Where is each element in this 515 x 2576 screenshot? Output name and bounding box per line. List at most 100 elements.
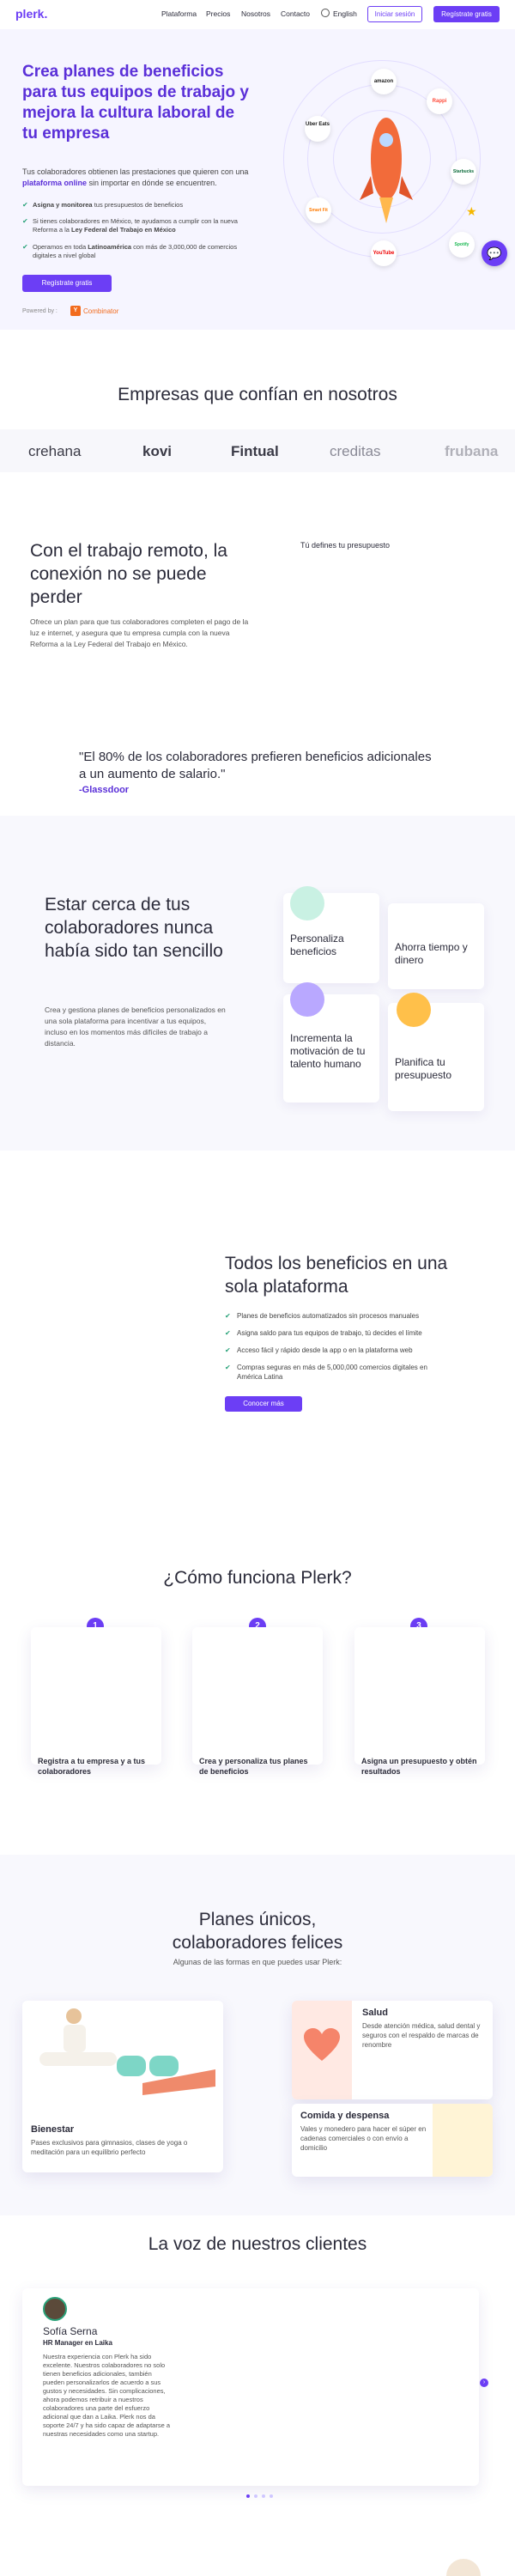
hero-title: Crea planes de beneficios para tus equip… xyxy=(22,63,249,143)
spotify-logo: Spotify xyxy=(449,232,475,258)
platform-bullet-2: ✔ Asigna saldo para tus equipos de trabaj… xyxy=(225,1328,439,1338)
platform-cta-button[interactable]: Conocer más xyxy=(225,1396,302,1412)
plan-desc: Desde atención médica, salud dental y se… xyxy=(362,2022,481,2049)
cerca-title: Estar cerca de tus colaboradores nunca h… xyxy=(45,895,223,961)
avatar xyxy=(43,2297,67,2321)
hero-bullet-3-text: Operamos en toda xyxy=(33,243,88,251)
hero-subtitle-post: sin importar en dónde se encuentren. xyxy=(88,179,217,187)
hero-bullet-3-bold: Latinoamérica xyxy=(88,243,132,251)
frubana-logo: frubana xyxy=(445,443,499,459)
login-button[interactable]: Iniciar sesión xyxy=(367,6,422,22)
remote-title: Con el trabajo remoto, la conexión no se… xyxy=(30,541,227,607)
card-label: Planifica tu presupuesto xyxy=(395,1056,452,1081)
platform-bullet-4: ✔ Compras seguras en más de 5,000,000 com… xyxy=(225,1363,439,1382)
nav-link-nosotros[interactable]: Nosotros xyxy=(241,9,270,18)
carousel-dot[interactable] xyxy=(262,2494,265,2498)
step-label-3: Asigna un presupuesto y obtén resultados xyxy=(361,1757,477,1776)
remote-aside: Tú defines tu presupuesto xyxy=(300,541,391,550)
plans-subtitle: Algunas de las formas en que puedes usar… xyxy=(173,1958,342,1966)
check-icon: ✔ xyxy=(225,1312,231,1320)
plan-title: Comida y despensa xyxy=(300,2111,390,2121)
card-label: Incrementa la motivación de tu talento h… xyxy=(290,1032,366,1070)
platform-bullet-text: Planes de beneficios automatizados sin p… xyxy=(237,1312,420,1320)
remote-body: Ofrece un plan para que tus colaboradore… xyxy=(30,617,249,648)
plan-desc: Vales y monedero para hacer el súper en … xyxy=(300,2125,427,2152)
star-icon: ★ xyxy=(466,204,477,218)
nav-link-plataforma[interactable]: Plataforma xyxy=(161,9,197,18)
plan-card-bienestar: Bienestar Pases exclusivos para gimnasio… xyxy=(22,2001,223,2172)
rappi-logo: Rappi xyxy=(427,88,452,114)
platform-bullet-text: Compras seguras en más de 5,000,000 come… xyxy=(237,1364,427,1381)
benefit-card-planifica: Planifica tu presupuesto xyxy=(388,993,484,1111)
step-card-3 xyxy=(354,1627,485,1765)
language-switch[interactable]: English xyxy=(333,9,357,18)
flag-icon xyxy=(290,982,324,1017)
grocery-illustration xyxy=(433,2104,493,2177)
hero-cta-button[interactable]: Regístrate gratis xyxy=(22,275,112,292)
crehana-logo: crehana xyxy=(28,443,82,459)
step-label-1: Registra a tu empresa y a tus colaborado… xyxy=(38,1757,146,1776)
platform-bullet-text: Asigna saldo para tus equipos de trabajo… xyxy=(237,1329,422,1337)
hero-subtitle-pre: Tus colaboradores obtienen las prestacio… xyxy=(22,167,249,176)
top-nav: plerk. Plataforma Precios Nosotros Conta… xyxy=(0,0,515,29)
amazon-logo: amazon xyxy=(371,69,397,94)
combinator-name: Combinator xyxy=(83,307,119,315)
card-label: Ahorra tiempo y dinero xyxy=(395,941,468,966)
heart-icon xyxy=(304,2028,340,2061)
rocket-icon xyxy=(400,874,434,908)
plan-card-comida: Comida y despensa Vales y monedero para … xyxy=(292,2104,493,2177)
carousel-next-button[interactable]: › xyxy=(480,2379,488,2387)
hero-bullet-3: ✔ Operamos en toda Latinoamérica con más… xyxy=(22,243,245,260)
check-icon: ✔ xyxy=(225,1329,231,1337)
platform-title: Todos los beneficios en una sola platafo… xyxy=(225,1254,448,1297)
footer-illustration xyxy=(446,2559,481,2576)
plans-title: Planes únicos, colaboradores felices xyxy=(172,1910,343,1953)
platform-bullet-3: ✔ Acceso fácil y rápido desde la app o en… xyxy=(225,1346,439,1355)
hero-bullet-2-bold: Ley Federal del Trabajo en México xyxy=(71,226,176,234)
plan-card-salud: Salud Desde atención médica, salud denta… xyxy=(292,2001,493,2099)
platform-bullet-text: Acceso fácil y rápido desde la app o en … xyxy=(237,1346,413,1354)
plan-desc: Pases exclusivos para gimnasios, clases … xyxy=(31,2139,188,2156)
carousel-dot-active[interactable] xyxy=(246,2494,250,2498)
benefit-card-ahorra: Ahorra tiempo y dinero xyxy=(388,903,484,989)
benefit-card-motivacion: Incrementa la motivación de tu talento h… xyxy=(283,982,379,1103)
carousel-dot[interactable] xyxy=(270,2494,273,2498)
testimonial-role: HR Manager en Laika xyxy=(43,2339,112,2347)
youtube-logo: YouTube xyxy=(371,240,397,266)
card-label: Personaliza beneficios xyxy=(290,933,344,957)
check-icon: ✔ xyxy=(22,201,28,209)
star-icon xyxy=(290,886,324,920)
powered-by-label: Powered by : xyxy=(22,308,58,314)
quote-text: "El 80% de los colaboradores prefieren b… xyxy=(79,750,432,781)
signup-button[interactable]: Regístrate gratis xyxy=(433,6,500,22)
quote-source: -Glassdoor xyxy=(79,785,130,795)
hero-subtitle-bold: plataforma online xyxy=(22,179,88,187)
ubereats-logo: Uber Eats xyxy=(305,116,330,142)
starbucks-logo: Starbucks xyxy=(451,159,476,185)
smartfit-logo: Smart Fit xyxy=(306,197,331,223)
trust-title: Empresas que confían en nosotros xyxy=(118,385,397,404)
nav-link-contacto[interactable]: Contacto xyxy=(281,9,310,18)
carousel-dot[interactable] xyxy=(254,2494,258,2498)
fintual-logo: Fintual xyxy=(231,443,279,459)
chat-bubble-button[interactable]: 💬 xyxy=(482,240,507,266)
plan-title: Bienestar xyxy=(31,2124,75,2135)
hero-bullet-1: ✔ Asigna y monitorea tus presupuestos de… xyxy=(22,201,245,210)
hero-bullet-1-text: tus presupuestos de beneficios xyxy=(92,201,184,209)
testimonial-name: Sofía Serna xyxy=(43,2325,98,2337)
platform-bullet-1: ✔ Planes de beneficios automatizados sin … xyxy=(225,1311,439,1321)
plan-title: Salud xyxy=(362,2008,388,2018)
check-icon: ✔ xyxy=(225,1364,231,1371)
check-icon: ✔ xyxy=(22,243,28,251)
hero-bullet-1-bold: Asigna y monitorea xyxy=(33,201,93,209)
testimonial-text: Nuestra experiencia con Plerk ha sido ex… xyxy=(43,2353,171,2438)
globe-icon[interactable] xyxy=(321,9,330,17)
plerk-logo[interactable]: plerk. xyxy=(15,7,47,21)
cerca-body: Crea y gestiona planes de beneficios per… xyxy=(45,1005,226,1048)
check-icon: ✔ xyxy=(225,1346,231,1354)
combinator-logo: Y xyxy=(70,306,81,316)
creditas-logo: creditas xyxy=(330,443,381,459)
nav-link-precios[interactable]: Precios xyxy=(206,9,230,18)
testimonials-title: La voz de nuestros clientes xyxy=(148,2234,367,2254)
rocket-illustration xyxy=(360,118,413,223)
